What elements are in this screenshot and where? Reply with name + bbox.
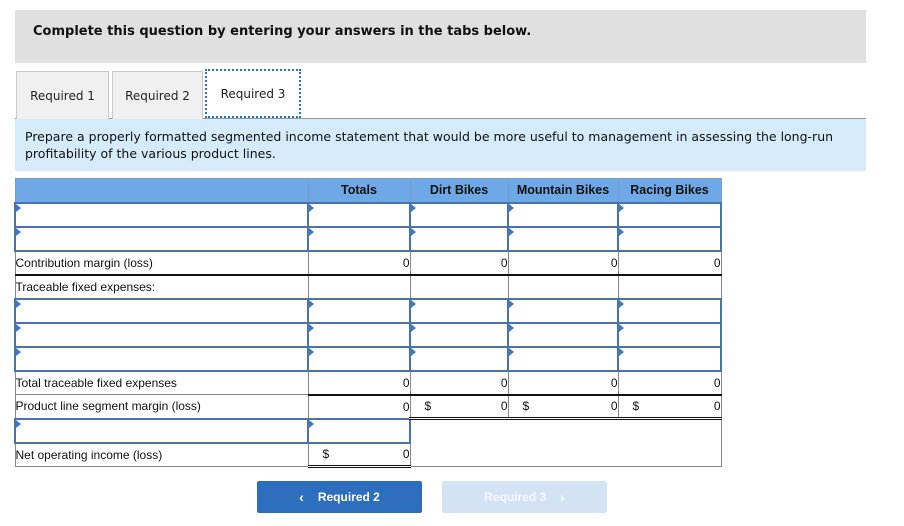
dirt-bikes-input[interactable] xyxy=(409,225,509,252)
totals-input[interactable] xyxy=(307,321,411,348)
contribution-margin-mountain: 0 xyxy=(507,250,619,276)
next-required-3-button: Required 3 › xyxy=(442,481,607,513)
currency-symbol: $ xyxy=(522,399,530,414)
total-traceable-fixed-totals: 0 xyxy=(307,370,411,396)
segment-margin-dirt-value: 0 xyxy=(500,399,508,414)
total-traceable-fixed-mountain: 0 xyxy=(507,370,619,396)
row-label-input[interactable] xyxy=(14,225,309,252)
header-dirt-bikes: Dirt Bikes xyxy=(409,178,509,203)
header-mountain-bikes: Mountain Bikes xyxy=(507,178,619,203)
racing-bikes-input[interactable] xyxy=(617,225,722,252)
input-row xyxy=(14,297,722,324)
row-label-input[interactable] xyxy=(14,201,309,228)
mountain-bikes-input[interactable] xyxy=(507,297,619,324)
currency-symbol: $ xyxy=(322,447,330,462)
row-label-input[interactable] xyxy=(14,417,309,444)
total-traceable-fixed-dirt: 0 xyxy=(409,370,509,396)
instruction-banner: Complete this question by entering your … xyxy=(15,10,866,63)
contribution-margin-racing: 0 xyxy=(617,250,722,276)
row-label-input[interactable] xyxy=(14,321,309,348)
contribution-margin-row: Contribution margin (loss) 0 0 0 0 xyxy=(14,250,722,276)
chevron-right-icon: › xyxy=(560,489,565,505)
dirt-bikes-input[interactable] xyxy=(409,345,509,372)
segmented-income-statement: Totals Dirt Bikes Mountain Bikes Racing … xyxy=(14,178,722,468)
total-traceable-fixed-racing: 0 xyxy=(617,370,722,396)
net-operating-income-totals: $0 xyxy=(307,442,411,468)
header-row: Totals Dirt Bikes Mountain Bikes Racing … xyxy=(14,178,722,203)
contribution-margin-dirt: 0 xyxy=(409,250,509,276)
input-row xyxy=(14,321,722,348)
dirt-bikes-input[interactable] xyxy=(409,297,509,324)
contribution-margin-label: Contribution margin (loss) xyxy=(14,250,309,276)
segment-margin-racing-value: 0 xyxy=(713,399,721,414)
segment-margin-dirt: $0 xyxy=(409,394,509,420)
segment-margin-label: Product line segment margin (loss) xyxy=(14,394,309,419)
prev-required-2-button[interactable]: ‹ Required 2 xyxy=(257,481,422,513)
dirt-bikes-input[interactable] xyxy=(409,201,509,228)
segment-margin-mountain: $0 xyxy=(507,394,619,420)
totals-input[interactable] xyxy=(307,201,411,228)
empty-cell xyxy=(307,274,411,299)
racing-bikes-input[interactable] xyxy=(617,201,722,228)
chevron-left-icon: ‹ xyxy=(299,489,304,505)
mountain-bikes-input[interactable] xyxy=(507,201,619,228)
mountain-bikes-input[interactable] xyxy=(507,345,619,372)
total-traceable-fixed-row: Total traceable fixed expenses 0 0 0 0 xyxy=(14,370,722,396)
tab-required-2[interactable]: Required 2 xyxy=(112,71,203,119)
total-traceable-fixed-label: Total traceable fixed expenses xyxy=(14,370,309,395)
segment-margin-racing: $0 xyxy=(617,394,722,420)
traceable-fixed-label: Traceable fixed expenses: xyxy=(14,274,309,299)
tab-bar: Required 1 Required 2 Required 3 xyxy=(15,69,866,119)
segment-margin-row: Product line segment margin (loss) 0 $0 … xyxy=(14,394,722,420)
racing-bikes-input[interactable] xyxy=(617,321,722,348)
empty-cell xyxy=(507,274,619,299)
row-label-input[interactable] xyxy=(14,297,309,324)
empty-cell xyxy=(617,274,722,299)
dirt-bikes-input[interactable] xyxy=(409,321,509,348)
totals-input[interactable] xyxy=(307,225,411,252)
totals-input[interactable] xyxy=(307,417,411,444)
currency-symbol: $ xyxy=(632,399,640,414)
instructions-text: Prepare a properly formatted segmented i… xyxy=(25,129,834,161)
net-operating-income-label: Net operating income (loss) xyxy=(14,442,309,467)
input-row xyxy=(14,345,722,372)
tab-required-3[interactable]: Required 3 xyxy=(205,69,301,118)
currency-symbol: $ xyxy=(424,399,432,414)
prev-button-label: Required 2 xyxy=(317,490,380,504)
mountain-bikes-input[interactable] xyxy=(507,225,619,252)
racing-bikes-input[interactable] xyxy=(617,345,722,372)
totals-input[interactable] xyxy=(307,297,411,324)
racing-bikes-input[interactable] xyxy=(617,297,722,324)
totals-input[interactable] xyxy=(307,345,411,372)
mountain-bikes-input[interactable] xyxy=(507,321,619,348)
banner-text: Complete this question by entering your … xyxy=(33,24,532,39)
row-label-input[interactable] xyxy=(14,345,309,372)
empty-cell xyxy=(409,274,509,299)
header-totals: Totals xyxy=(307,178,411,203)
net-operating-income-value: 0 xyxy=(402,447,410,462)
header-label xyxy=(14,178,309,203)
header-racing-bikes: Racing Bikes xyxy=(617,178,722,203)
next-button-label: Required 3 xyxy=(484,490,547,504)
input-row xyxy=(14,201,722,228)
traceable-fixed-header-row: Traceable fixed expenses: xyxy=(14,274,722,299)
instructions-box: Prepare a properly formatted segmented i… xyxy=(15,119,866,171)
input-row xyxy=(14,225,722,252)
segment-margin-totals-value: 0 xyxy=(402,399,410,414)
input-row xyxy=(14,417,722,467)
empty-area xyxy=(409,418,722,467)
tab-required-1[interactable]: Required 1 xyxy=(16,71,109,119)
segment-margin-mountain-value: 0 xyxy=(610,399,618,414)
segment-margin-totals: 0 xyxy=(307,394,411,419)
contribution-margin-totals: 0 xyxy=(307,250,411,276)
